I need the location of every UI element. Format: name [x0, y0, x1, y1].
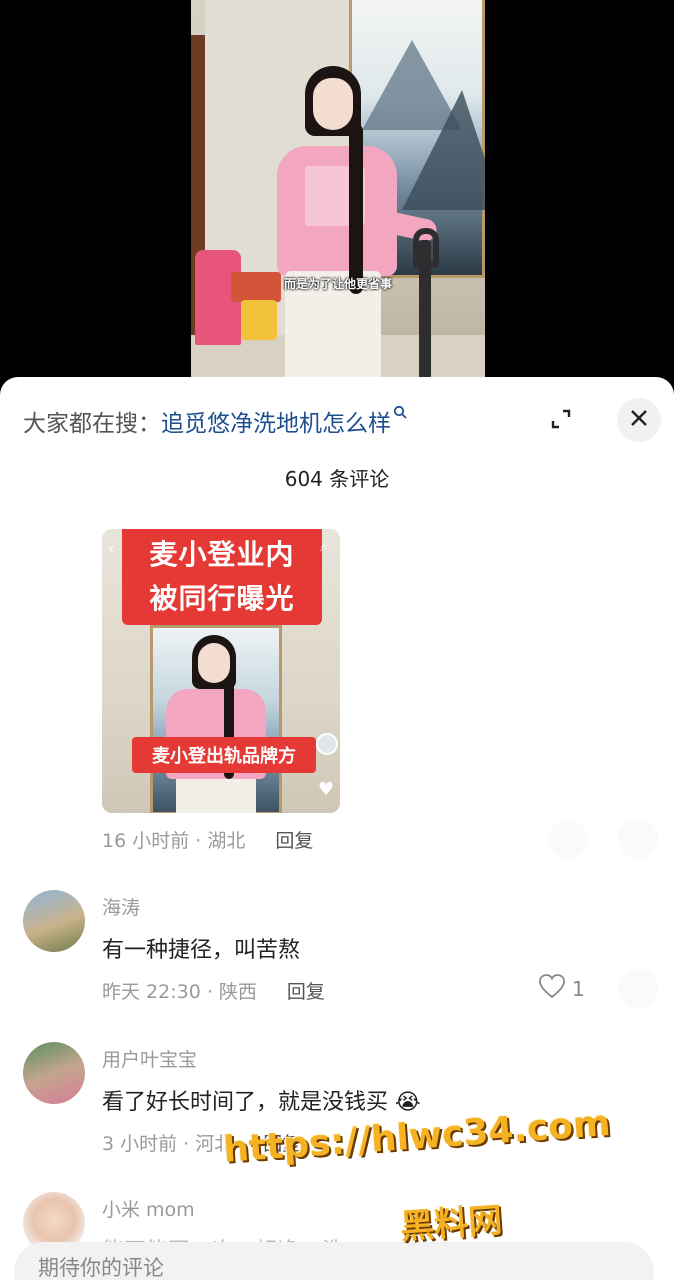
search-icon: ⌕ [320, 539, 328, 555]
comment-text: 有一种捷径，叫苦熬 [102, 938, 301, 963]
comment-meta: 16 小时前 · 湖北 回复 [102, 826, 313, 853]
video-frame[interactable]: 而是为了让他更省事 [191, 0, 485, 380]
comment-meta: 昨天 22:30 · 陕西 回复 [102, 977, 325, 1004]
comment-time: 3 小时前 · 河北 [102, 1133, 234, 1155]
close-icon [629, 408, 649, 432]
image-tag: 麦小登出轨品牌方 [132, 737, 316, 773]
back-icon: ‹ [108, 539, 115, 558]
comment-input-placeholder: 期待你的评论 [38, 1256, 164, 1280]
avatar[interactable] [23, 1042, 85, 1104]
comment-username[interactable]: 小米 mom [102, 1195, 195, 1222]
comment-image[interactable]: 麦小登业内 被同行曝光 ‹ ⌕ 麦小登出轨品牌方 ♥ [102, 529, 340, 813]
image-avatar [316, 733, 338, 755]
comment-username[interactable]: 用户叶宝宝 [102, 1045, 197, 1072]
image-headline-banner: 麦小登业内 被同行曝光 [122, 529, 322, 625]
close-button[interactable] [617, 398, 661, 442]
reply-button[interactable]: 回复 [275, 826, 313, 853]
search-icon [393, 404, 407, 423]
presenter [271, 66, 439, 380]
search-term-link[interactable]: 追觅悠净洗地机怎么样 [161, 404, 391, 438]
comment-input[interactable]: 期待你的评论 [14, 1242, 654, 1280]
dislike-icon[interactable] [618, 969, 658, 1009]
comment-time: 昨天 22:30 · 陕西 [102, 981, 257, 1003]
image-headline-line-2: 被同行曝光 [149, 582, 295, 615]
expand-button[interactable] [536, 399, 586, 443]
image-headline-line-1: 麦小登业内 [149, 538, 295, 571]
heart-icon: ♥ [318, 779, 335, 800]
more-icon[interactable] [548, 819, 588, 859]
reply-button[interactable]: 回复 [287, 977, 325, 1004]
watermark-name: 黑料网 [398, 1200, 504, 1248]
avatar[interactable] [23, 890, 85, 952]
search-suggestion[interactable]: 大家都在搜： 追觅悠净洗地机怎么样 [23, 403, 407, 439]
video-subtitle: 而是为了让他更省事 [283, 277, 392, 291]
comment-time: 16 小时前 · 湖北 [102, 830, 246, 852]
comment-username[interactable]: 海涛 [102, 893, 140, 920]
video-player[interactable]: 而是为了让他更省事 [0, 0, 674, 400]
like-button[interactable]: 1 [538, 973, 585, 1004]
floor-washer [419, 240, 431, 380]
expand-icon [550, 408, 572, 434]
heart-icon [538, 973, 566, 1004]
search-prefix: 大家都在搜： [23, 411, 161, 437]
like-icon[interactable] [618, 819, 658, 859]
comment-count: 604 条评论 [284, 467, 390, 491]
comment-text: 看了好长时间了，就是没钱买 😭 [102, 1090, 421, 1115]
image-presenter [162, 629, 272, 813]
like-count: 1 [572, 976, 585, 1001]
